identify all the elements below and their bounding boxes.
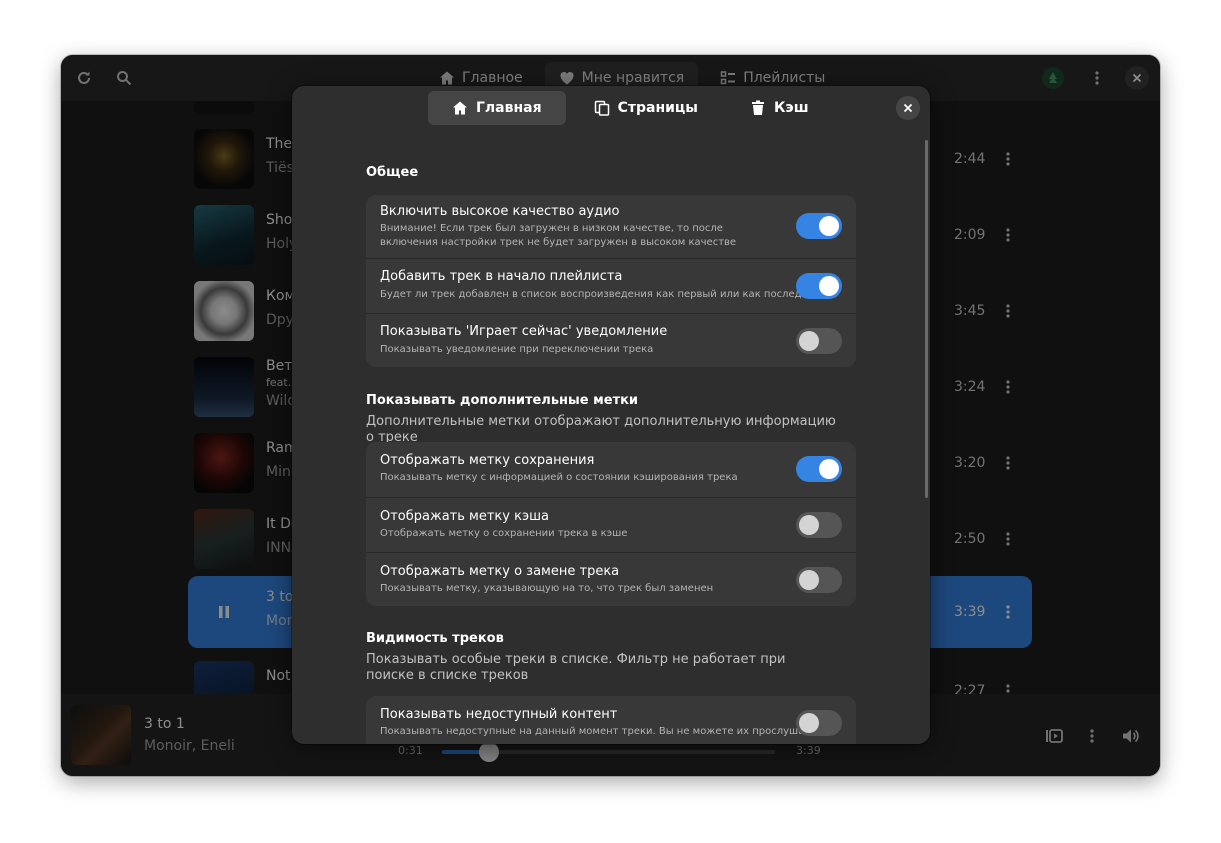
section-title: Показывать дополнительные метки — [366, 393, 639, 408]
setting-title: Отображать метку кэша — [380, 509, 549, 524]
setting-row-replace-label: Отображать метку о замене трека Показыва… — [366, 552, 856, 606]
replace-label-switch[interactable] — [796, 567, 842, 593]
setting-row-save-label: Отображать метку сохранения Показывать м… — [366, 442, 856, 497]
setting-row-hq-audio: Включить высокое качество аудио Внимание… — [366, 195, 856, 258]
tab-pages[interactable]: Страницы — [570, 91, 722, 125]
tab-general-label: Главная — [476, 100, 542, 116]
trash-icon — [751, 100, 764, 115]
setting-subtitle: Отображать метку о сохранении трека в кэ… — [380, 528, 628, 539]
setting-title: Отображать метку сохранения — [380, 453, 595, 468]
close-icon — [903, 103, 913, 113]
setting-row-unavailable: Показывать недоступный контент Показыват… — [366, 696, 856, 744]
setting-subtitle: Показывать метку с информацией о состоян… — [380, 472, 738, 483]
setting-row-cache-label: Отображать метку кэша Отображать метку о… — [366, 497, 856, 552]
setting-title: Отображать метку о замене трека — [380, 564, 620, 579]
preferences-dialog: Главная Страницы Кэш Общее Включить высо… — [292, 86, 930, 744]
setting-title: Показывать 'Играет сейчас' уведомление — [380, 324, 668, 339]
pages-icon — [594, 100, 609, 116]
dialog-scrollbar[interactable] — [925, 140, 928, 498]
section-title: Видимость треков — [366, 631, 504, 646]
setting-subtitle: Показывать уведомление при переключении … — [380, 344, 654, 355]
dialog-close-button[interactable] — [896, 96, 920, 120]
setting-subtitle: Показывать недоступные на данный момент … — [380, 726, 817, 737]
unavailable-switch[interactable] — [796, 710, 842, 736]
setting-title: Включить высокое качество аудио — [380, 204, 620, 219]
hq-audio-switch[interactable] — [796, 213, 842, 239]
tab-cache-label: Кэш — [773, 100, 809, 116]
settings-group-general: Включить высокое качество аудио Внимание… — [366, 195, 856, 367]
setting-row-add-to-start: Добавить трек в начало плейлиста Будет л… — [366, 258, 856, 313]
setting-subtitle: Будет ли трек добавлен в список воспроиз… — [380, 289, 822, 300]
settings-group-visibility: Показывать недоступный контент Показыват… — [366, 696, 856, 744]
dialog-tabs: Главная Страницы Кэш — [428, 91, 833, 125]
save-label-switch[interactable] — [796, 456, 842, 482]
tab-cache[interactable]: Кэш — [726, 91, 833, 125]
home-icon — [453, 101, 467, 115]
tab-general[interactable]: Главная — [428, 91, 566, 125]
setting-subtitle: Внимание! Если трек был загружен в низко… — [380, 223, 737, 248]
setting-title: Показывать недоступный контент — [380, 707, 618, 722]
add-to-start-switch[interactable] — [796, 273, 842, 299]
tab-pages-label: Страницы — [617, 100, 698, 116]
section-title: Общее — [366, 165, 419, 180]
setting-row-now-playing: Показывать 'Играет сейчас' уведомление П… — [366, 313, 856, 367]
cache-label-switch[interactable] — [796, 512, 842, 538]
setting-subtitle: Показывать метку, указывающую на то, что… — [380, 583, 714, 594]
now-playing-switch[interactable] — [796, 328, 842, 354]
section-description: Показывать особые треки в списке. Фильтр… — [366, 652, 786, 683]
setting-title: Добавить трек в начало плейлиста — [380, 269, 623, 284]
settings-group-labels: Отображать метку сохранения Показывать м… — [366, 442, 856, 606]
